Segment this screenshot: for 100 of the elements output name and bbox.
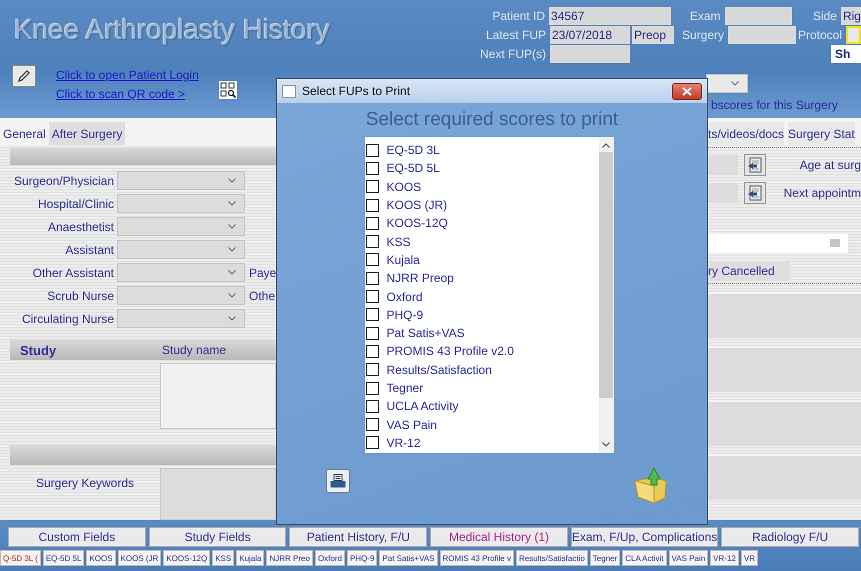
tab[interactable]: Surgery Stat [788, 122, 855, 145]
tab[interactable]: Patient History, F/U [289, 527, 428, 547]
checkbox[interactable] [366, 290, 378, 304]
field-label: Paye [249, 266, 276, 280]
tab[interactable]: Exam, F/Up, Complications [570, 527, 718, 547]
tab[interactable]: VR-12 [710, 550, 739, 566]
text-field[interactable] [708, 234, 848, 253]
checkbox[interactable] [366, 272, 378, 285]
tab[interactable]: After Surgery [48, 122, 126, 145]
field-label: Other Assistant [32, 266, 115, 280]
tab[interactable]: Oxford [314, 550, 345, 566]
checkbox[interactable] [366, 162, 378, 175]
close-button[interactable] [672, 82, 702, 100]
tab[interactable]: EQ-5D 5L [42, 550, 84, 566]
score-label: KOOS (JR) [386, 198, 448, 212]
edit-button[interactable] [12, 65, 36, 87]
exam-field[interactable] [724, 7, 792, 25]
field-label: Surgeon/Physician [12, 174, 115, 188]
score-label: EQ-5D 5L [386, 161, 440, 176]
checkbox[interactable] [366, 180, 378, 194]
calendar-button[interactable] [744, 182, 766, 204]
score-label: VR-12 [386, 436, 421, 450]
tab[interactable]: CLA Activit [622, 550, 667, 566]
print-button[interactable] [326, 469, 350, 493]
score-label: KOOS-12Q [386, 216, 448, 230]
tab[interactable]: Custom Fields [8, 527, 146, 547]
surgery-cancelled-label: ry Cancelled [708, 261, 790, 281]
score-label: Pat Satis+VAS [386, 326, 465, 340]
close-icon [682, 86, 692, 96]
field-label: Exam [688, 8, 722, 25]
qr-code-icon[interactable] [219, 81, 238, 99]
tab[interactable]: VR [740, 550, 758, 566]
tab[interactable]: Kujala [236, 550, 264, 566]
checkbox[interactable] [366, 363, 378, 376]
tab[interactable]: KSS [212, 550, 234, 566]
tab[interactable]: KOOS (JR [118, 550, 162, 566]
next-fup-field[interactable] [550, 45, 630, 63]
field-label: Othe [249, 288, 276, 302]
checkbox[interactable] [366, 382, 378, 394]
latest-fup-field[interactable]: 23/07/2018 [550, 26, 630, 44]
checkbox[interactable] [366, 436, 378, 450]
field-label: Protocol [798, 27, 844, 44]
tab[interactable]: Tegner [590, 550, 620, 566]
checkbox[interactable] [366, 144, 378, 157]
list-icon [830, 239, 840, 248]
tab[interactable]: Pat Satis+VAS [379, 550, 438, 566]
score-label: Results/Satisfaction [386, 362, 492, 377]
scroll-down-icon[interactable] [602, 442, 610, 447]
pencil-icon [17, 69, 31, 83]
date-field[interactable] [708, 155, 738, 175]
tab[interactable]: Results/Satisfactio [516, 550, 588, 566]
dialog-title: Select FUPs to Print [302, 84, 410, 98]
score-label: KSS [386, 234, 411, 249]
tab[interactable]: NJRR Preo [266, 550, 313, 566]
tab[interactable]: Study Fields [148, 527, 286, 547]
tab[interactable]: KOOS-12Q [163, 550, 210, 566]
protocol-field[interactable] [846, 26, 861, 44]
tab[interactable]: VAS Pain [668, 550, 708, 566]
checkbox[interactable] [366, 326, 378, 340]
subscores-link[interactable]: bscores for this Surgery [711, 98, 838, 112]
caret-icon [228, 178, 236, 183]
tab[interactable]: Radiology F/U [721, 527, 859, 547]
surgery-field[interactable] [728, 26, 796, 44]
checkbox[interactable] [366, 308, 378, 322]
fup-stage-field[interactable]: Preop [632, 26, 674, 44]
tab[interactable]: ts/videos/docs [708, 122, 784, 145]
score-label: PHQ-9 [386, 308, 424, 322]
field-label: Surgery [680, 27, 725, 44]
keywords-field[interactable] [160, 468, 276, 520]
calendar-button[interactable] [744, 154, 766, 176]
scroll-up-icon[interactable] [602, 143, 610, 148]
checkbox[interactable] [366, 198, 378, 212]
scrollbar[interactable] [598, 137, 614, 453]
score-label: NJRR Preop [386, 271, 454, 286]
caret-icon [228, 316, 236, 321]
checkbox[interactable] [366, 344, 378, 358]
checkbox[interactable] [366, 216, 378, 230]
app-title: Knee Arthroplasty History [13, 13, 331, 46]
tab[interactable]: Q-5D 3L ( [0, 550, 41, 566]
dropdown[interactable] [706, 74, 748, 93]
printer-icon [330, 474, 346, 488]
tab[interactable]: ROMIS 43 Profile v [440, 550, 514, 566]
tab[interactable]: PHQ-9 [346, 550, 378, 566]
caret-icon [731, 81, 739, 86]
checkbox[interactable] [366, 418, 378, 432]
patient-id-field[interactable]: 34567 [549, 7, 672, 25]
checkbox[interactable] [366, 400, 378, 413]
field-label: Scrub Nurse [46, 288, 115, 302]
caret-icon [228, 270, 236, 275]
show-button[interactable]: Sh [831, 45, 861, 63]
checkbox[interactable] [366, 253, 378, 266]
field-label: Side [812, 8, 838, 25]
tab[interactable]: KOOS [86, 550, 116, 566]
tab[interactable]: Medical History (1) [430, 527, 568, 547]
field-label: Surgery Keywords [34, 475, 136, 492]
checkbox[interactable] [366, 235, 378, 248]
score-label: Oxford [386, 290, 423, 304]
date-field[interactable] [708, 183, 738, 203]
caret-icon [228, 293, 236, 298]
side-field[interactable]: Rig [840, 7, 861, 25]
